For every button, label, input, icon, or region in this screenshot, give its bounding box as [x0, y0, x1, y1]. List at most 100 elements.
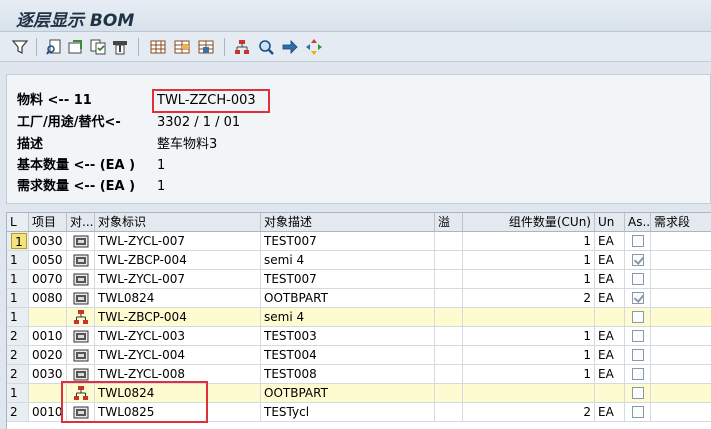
- row-level[interactable]: 2: [7, 346, 29, 364]
- row-assembly[interactable]: [625, 384, 651, 402]
- row-quantity: 2: [463, 403, 595, 421]
- row-level-value: 1: [10, 272, 18, 286]
- assembly-checkbox[interactable]: [631, 254, 644, 266]
- row-object-type[interactable]: [67, 270, 95, 288]
- row-level-value: 1: [10, 291, 18, 305]
- row-level-tag: 1: [11, 233, 27, 249]
- row-level[interactable]: 1: [7, 308, 29, 326]
- table-row[interactable]: 1 TWL-ZBCP-004 semi 4: [7, 308, 711, 327]
- row-object-desc: TESTycl: [261, 403, 435, 421]
- column-header-object[interactable]: 对...: [67, 213, 95, 231]
- row-object-type[interactable]: [67, 308, 95, 326]
- column-header-level[interactable]: L: [7, 213, 29, 231]
- row-level[interactable]: 2: [7, 403, 29, 421]
- assembly-checkbox[interactable]: [631, 311, 644, 323]
- assembly-checkbox[interactable]: [631, 349, 644, 361]
- row-item: 0080: [29, 289, 67, 307]
- row-assembly[interactable]: [625, 289, 651, 307]
- column-header-unit[interactable]: Un: [595, 213, 625, 231]
- row-object-type[interactable]: [67, 289, 95, 307]
- row-object-id[interactable]: TWL-ZYCL-007: [95, 232, 261, 250]
- forward-icon[interactable]: [280, 37, 300, 57]
- row-level[interactable]: 1: [7, 289, 29, 307]
- plant-label: 工厂/用途/替代<-: [17, 115, 121, 130]
- bom-header-panel: 物料 <-- 11 TWL-ZZCH-003 工厂/用途/替代<- 3302 /…: [6, 74, 711, 204]
- copy-icon[interactable]: [88, 37, 108, 57]
- row-assembly[interactable]: [625, 232, 651, 250]
- table-row[interactable]: 1 0070 TWL-ZYCL-007 TEST007 1 EA: [7, 270, 711, 289]
- row-object-id[interactable]: TWL-ZBCP-004: [95, 251, 261, 269]
- row-object-type[interactable]: [67, 232, 95, 250]
- row-assembly[interactable]: [625, 308, 651, 326]
- grid-icon[interactable]: [148, 37, 168, 57]
- row-object-type[interactable]: [67, 327, 95, 345]
- assembly-checkbox[interactable]: [631, 387, 644, 399]
- table-row[interactable]: 1 0080 TWL0824 OOTBPART 2 EA: [7, 289, 711, 308]
- column-header-assembly[interactable]: As...: [625, 213, 651, 231]
- row-object-id[interactable]: TWL-ZYCL-003: [95, 327, 261, 345]
- base-quantity-label: 基本数量 <-- (EA ): [17, 158, 136, 173]
- row-assembly[interactable]: [625, 346, 651, 364]
- assembly-checkbox[interactable]: [631, 292, 644, 304]
- row-item: 0030: [29, 232, 67, 250]
- row-unit: EA: [595, 289, 625, 307]
- table-row[interactable]: 2 0020 TWL-ZYCL-004 TEST004 1 EA: [7, 346, 711, 365]
- row-item: [29, 308, 67, 326]
- column-header-requirement-segment[interactable]: 需求段: [651, 213, 711, 231]
- required-quantity-label: 需求数量 <-- (EA ): [17, 179, 136, 194]
- required-quantity-row: 需求数量 <-- (EA ) 1: [17, 177, 617, 197]
- assembly-checkbox[interactable]: [631, 273, 644, 285]
- row-assembly[interactable]: [625, 403, 651, 421]
- zoom-icon[interactable]: [256, 37, 276, 57]
- filter-icon[interactable]: [10, 37, 30, 57]
- row-level[interactable]: 1: [7, 251, 29, 269]
- row-assembly[interactable]: [625, 251, 651, 269]
- table-row[interactable]: 1 0050 TWL-ZBCP-004 semi 4 1 EA: [7, 251, 711, 270]
- row-overflow: [435, 327, 463, 345]
- column-header-item[interactable]: 项目: [29, 213, 67, 231]
- row-level[interactable]: 1: [7, 232, 29, 250]
- row-object-id[interactable]: TWL0824: [95, 289, 261, 307]
- row-level[interactable]: 2: [7, 327, 29, 345]
- row-object-type[interactable]: [67, 346, 95, 364]
- row-object-id[interactable]: TWL-ZYCL-004: [95, 346, 261, 364]
- row-object-type[interactable]: [67, 251, 95, 269]
- row-level[interactable]: 1: [7, 384, 29, 402]
- row-level[interactable]: 1: [7, 270, 29, 288]
- material-icon: [73, 252, 89, 269]
- row-level[interactable]: 2: [7, 365, 29, 383]
- assembly-checkbox[interactable]: [631, 406, 644, 418]
- row-object-id[interactable]: TWL-ZBCP-004: [95, 308, 261, 326]
- find-icon[interactable]: [44, 37, 64, 57]
- required-quantity-value: 1: [157, 179, 166, 194]
- hierarchy-icon[interactable]: [232, 37, 252, 57]
- row-quantity: 1: [463, 327, 595, 345]
- row-requirement-segment: [651, 289, 711, 307]
- toolbar: [0, 32, 711, 62]
- column-header-object-id[interactable]: 对象标识: [95, 213, 261, 231]
- column-header-overflow[interactable]: 溢: [435, 213, 463, 231]
- columns-icon[interactable]: [172, 37, 192, 57]
- row-quantity: 1: [463, 365, 595, 383]
- refresh-icon[interactable]: [66, 37, 86, 57]
- colors-icon[interactable]: [304, 37, 324, 57]
- assembly-checkbox[interactable]: [631, 235, 644, 247]
- row-assembly[interactable]: [625, 365, 651, 383]
- row-object-id[interactable]: TWL-ZYCL-007: [95, 270, 261, 288]
- column-header-quantity[interactable]: 组件数量(CUn): [463, 213, 595, 231]
- table-header: L 项目 对... 对象标识 对象描述 溢 组件数量(CUn) Un As...…: [7, 213, 711, 232]
- row-object-desc: OOTBPART: [261, 289, 435, 307]
- row-level-value: 1: [10, 386, 18, 400]
- table-row[interactable]: 2 0010 TWL-ZYCL-003 TEST003 1 EA: [7, 327, 711, 346]
- layout-icon[interactable]: [196, 37, 216, 57]
- row-unit: [595, 384, 625, 402]
- row-assembly[interactable]: [625, 327, 651, 345]
- assembly-checkbox[interactable]: [631, 368, 644, 380]
- row-item: 0070: [29, 270, 67, 288]
- row-assembly[interactable]: [625, 270, 651, 288]
- table-row[interactable]: 1 0030 TWL-ZYCL-007 TEST007 1 EA: [7, 232, 711, 251]
- print-icon[interactable]: [110, 37, 130, 57]
- assembly-checkbox[interactable]: [631, 330, 644, 342]
- column-header-object-desc[interactable]: 对象描述: [261, 213, 435, 231]
- row-item: 0010: [29, 327, 67, 345]
